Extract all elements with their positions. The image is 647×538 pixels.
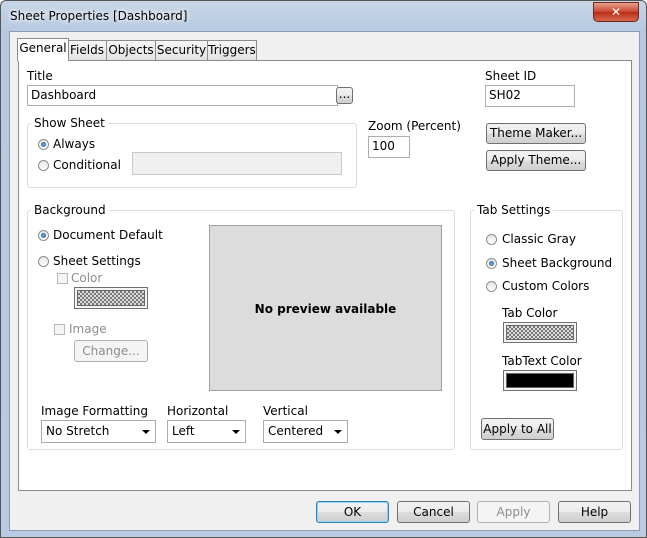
tab-color-label: Tab Color [502, 306, 558, 320]
horizontal-label: Horizontal [167, 404, 229, 418]
sheet-background-label: Sheet Background [502, 256, 613, 270]
ok-button[interactable]: OK [316, 501, 389, 523]
tab-fields[interactable]: Fields [67, 40, 107, 60]
conditional-expression-input [132, 152, 342, 175]
change-image-button: Change... [74, 340, 148, 362]
always-label: Always [53, 137, 96, 151]
title-value: Dashboard [31, 88, 97, 102]
cancel-button[interactable]: Cancel [397, 501, 470, 523]
chevron-down-icon [232, 430, 240, 434]
tab-objects[interactable]: Objects [106, 40, 156, 60]
apply-theme-button[interactable]: Apply Theme... [486, 150, 586, 171]
theme-maker-button[interactable]: Theme Maker... [486, 123, 586, 144]
image-label: Image [69, 322, 107, 336]
conditional-label: Conditional [53, 158, 121, 172]
tab-color-swatch [503, 322, 577, 343]
sheet-background-radio[interactable] [486, 258, 497, 269]
help-button[interactable]: Help [558, 501, 631, 523]
classic-gray-radio[interactable] [486, 234, 497, 245]
dialog-window: Sheet Properties [Dashboard] ✕ General F… [0, 0, 647, 538]
image-formatting-label: Image Formatting [41, 404, 148, 418]
conditional-radio[interactable] [38, 160, 49, 171]
close-button[interactable]: ✕ [593, 2, 639, 22]
sheet-id-input[interactable]: SH02 [485, 85, 575, 107]
sheet-settings-label: Sheet Settings [53, 254, 141, 268]
sheet-settings-radio[interactable] [38, 256, 49, 267]
show-sheet-group-title: Show Sheet [31, 116, 108, 130]
zoom-value: 100 [372, 139, 395, 153]
color-label: Color [71, 271, 103, 285]
horizontal-select[interactable]: Left [167, 420, 246, 443]
title-input[interactable]: Dashboard [27, 85, 338, 106]
vertical-value: Centered [268, 424, 324, 438]
image-checkbox [54, 324, 65, 335]
zoom-input[interactable]: 100 [368, 136, 410, 158]
vertical-select[interactable]: Centered [263, 420, 348, 443]
tab-text-color-label: TabText Color [502, 354, 582, 368]
chevron-down-icon [334, 430, 342, 434]
background-color-swatch [74, 287, 148, 309]
chevron-down-icon [142, 430, 150, 434]
custom-colors-label: Custom Colors [502, 279, 590, 293]
apply-to-all-button[interactable]: Apply to All [481, 418, 554, 440]
color-checkbox [57, 273, 68, 284]
tab-text-color-swatch [503, 370, 577, 391]
tab-security[interactable]: Security [155, 40, 208, 60]
always-radio[interactable] [38, 139, 49, 150]
title-ellipsis-button[interactable]: ... [336, 87, 353, 104]
general-panel: Title Dashboard ... Sheet ID SH02 Show S… [18, 60, 632, 491]
tab-general[interactable]: General [17, 38, 69, 61]
preview-text: No preview available [254, 302, 397, 316]
classic-gray-label: Classic Gray [502, 232, 577, 246]
image-formatting-value: No Stretch [46, 424, 110, 438]
sheet-id-label: Sheet ID [485, 69, 537, 83]
background-group: Background Document Default Sheet Settin… [27, 203, 455, 450]
tab-settings-group-title: Tab Settings [474, 203, 554, 217]
apply-button: Apply [477, 501, 550, 523]
tab-triggers[interactable]: Triggers [207, 40, 257, 60]
sheet-id-value: SH02 [489, 88, 521, 102]
title-label: Title [27, 69, 53, 83]
document-default-radio[interactable] [38, 230, 49, 241]
vertical-label: Vertical [263, 404, 308, 418]
custom-colors-radio[interactable] [486, 281, 497, 292]
close-icon: ✕ [610, 5, 622, 19]
tab-settings-group: Tab Settings Classic Gray Sheet Backgrou… [470, 203, 623, 450]
show-sheet-group: Show Sheet Always Conditional [27, 116, 357, 188]
background-group-title: Background [31, 203, 109, 217]
background-preview: No preview available [209, 225, 442, 391]
image-formatting-select[interactable]: No Stretch [41, 420, 156, 443]
window-title: Sheet Properties [Dashboard] [10, 9, 188, 23]
document-default-label: Document Default [53, 228, 163, 242]
horizontal-value: Left [172, 424, 195, 438]
zoom-label: Zoom (Percent) [368, 119, 461, 133]
title-bar: Sheet Properties [Dashboard] ✕ [1, 1, 646, 31]
dialog-client: General Fields Objects Security Triggers… [9, 31, 640, 531]
